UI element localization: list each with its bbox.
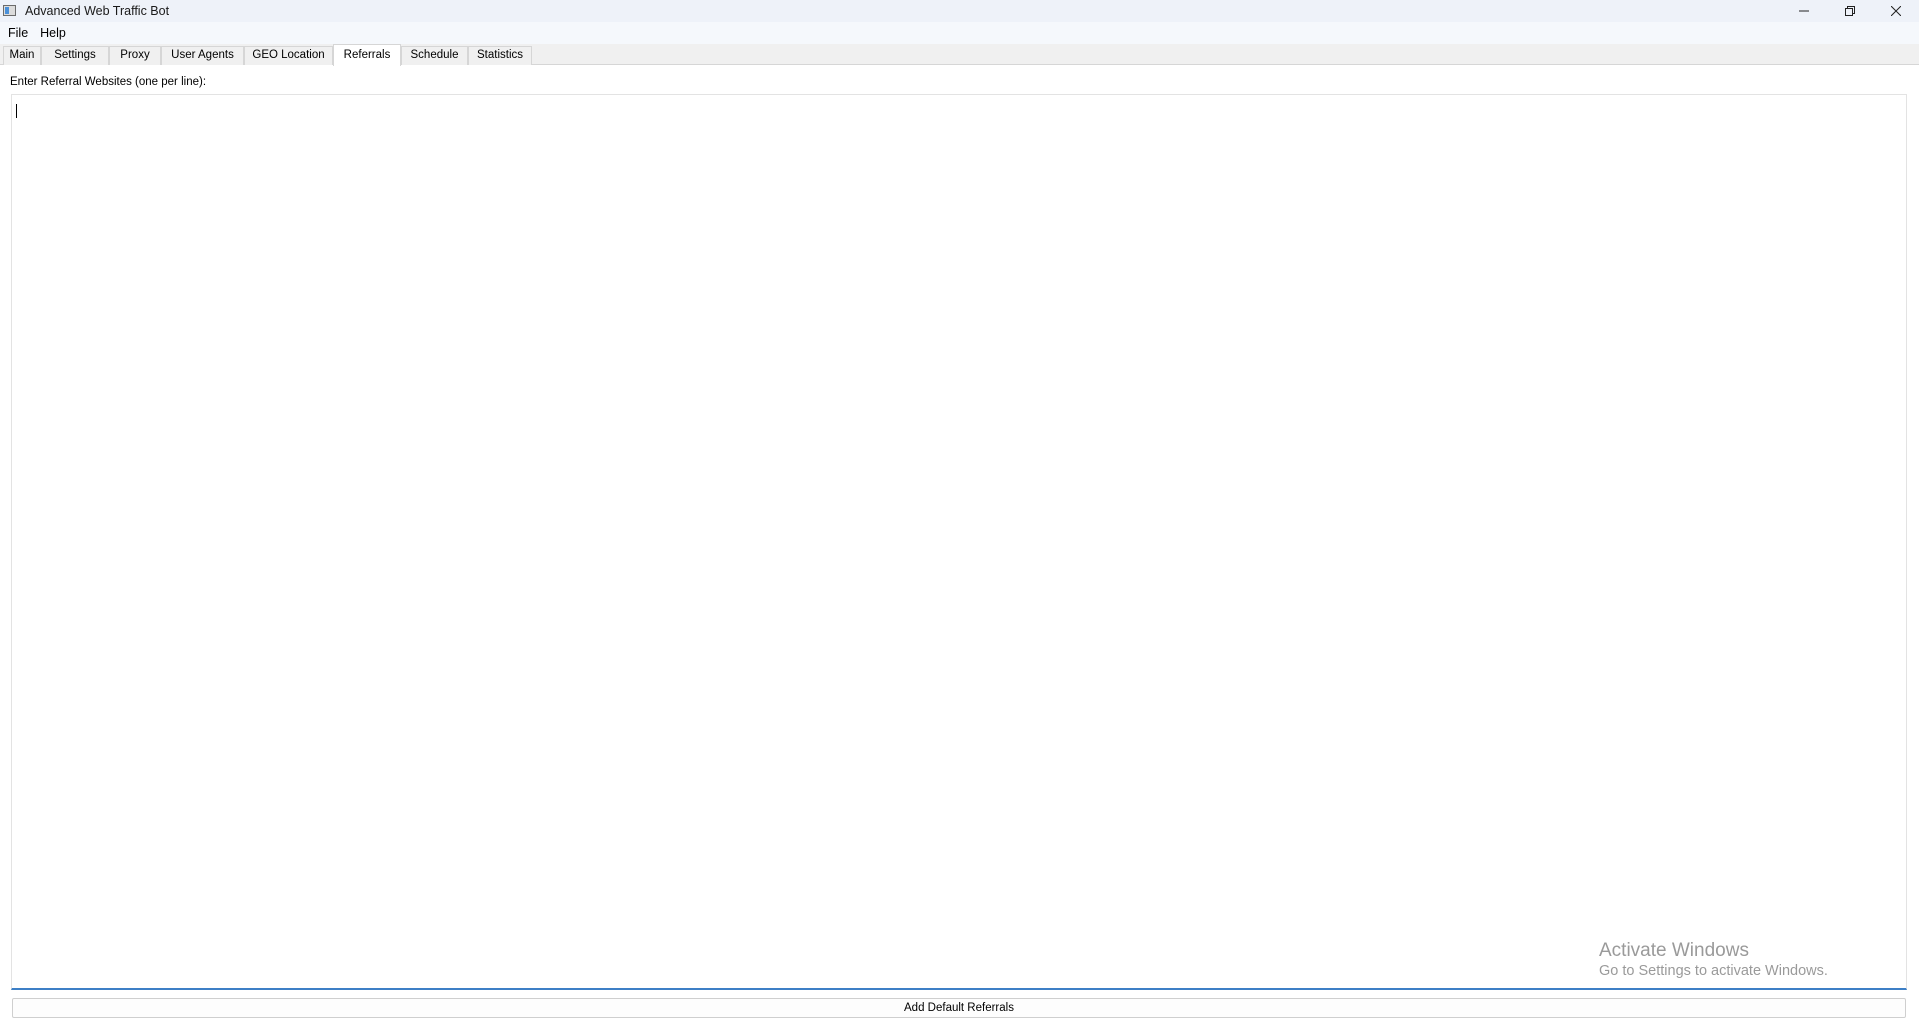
close-icon [1891,6,1901,16]
menu-file[interactable]: File [2,22,34,44]
add-default-referrals-button[interactable]: Add Default Referrals [12,998,1906,1018]
minimize-icon [1799,10,1809,12]
text-caret [16,104,17,118]
title-bar[interactable]: Advanced Web Traffic Bot [0,0,1919,22]
tab-bar: Main Settings Proxy User Agents GEO Loca… [0,44,1919,66]
window-title: Advanced Web Traffic Bot [25,4,170,18]
tab-settings[interactable]: Settings [41,46,109,65]
tab-referrals[interactable]: Referrals [333,44,401,66]
referral-websites-label: Enter Referral Websites (one per line): [10,76,207,88]
close-button[interactable] [1873,0,1919,22]
referral-websites-textarea[interactable] [11,94,1907,990]
menu-bar: File Help [0,22,1919,44]
restore-icon [1845,6,1855,16]
referrals-panel: Enter Referral Websites (one per line): … [0,65,1919,1029]
watermark-title: Activate Windows [1599,940,1749,961]
tab-schedule[interactable]: Schedule [401,46,468,65]
watermark-subtitle: Go to Settings to activate Windows. [1599,963,1828,979]
tab-main[interactable]: Main [3,46,41,65]
tab-proxy[interactable]: Proxy [109,46,161,65]
restore-button[interactable] [1827,0,1873,22]
app-window-icon [2,3,18,19]
tab-user-agents[interactable]: User Agents [161,46,244,65]
window-controls [1781,0,1919,22]
tab-geo-location[interactable]: GEO Location [244,46,333,65]
app-window: Advanced Web Traffic Bot File Help Main … [0,0,1919,1029]
menu-help[interactable]: Help [34,22,72,44]
tab-statistics[interactable]: Statistics [468,46,532,65]
activate-windows-watermark: Activate Windows Go to Settings to activ… [1599,939,1828,981]
minimize-button[interactable] [1781,0,1827,22]
